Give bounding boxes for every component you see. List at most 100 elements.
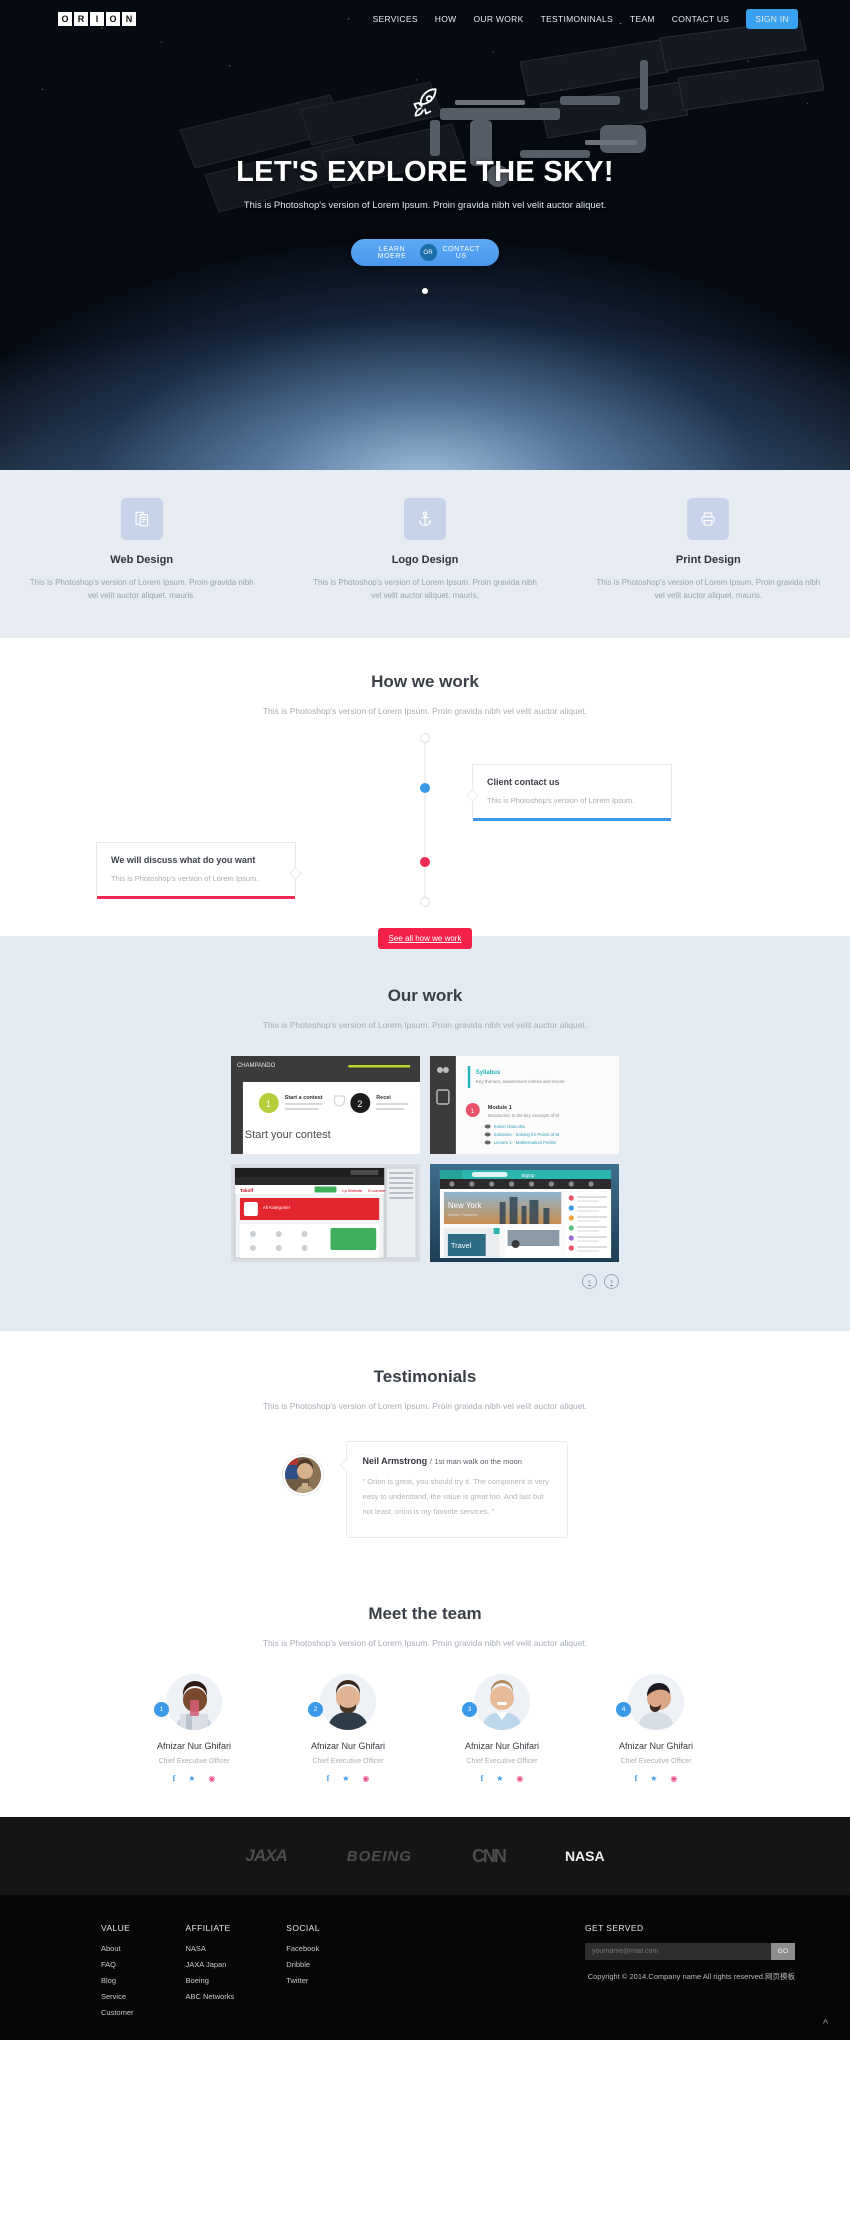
facebook-icon[interactable]: f [173,1774,176,1783]
twitter-icon[interactable]: ★ [496,1774,503,1783]
learn-more-button[interactable]: LEARN MOERE [364,246,420,260]
testimonial-author: Neil Armstrong / 1st man walk on the moo… [363,1456,551,1466]
dribbble-icon[interactable]: ◉ [516,1774,523,1783]
portfolio-thumb-syllabus[interactable]: Syllabus Key themes, assessment criteria… [430,1056,619,1155]
footer-link-customer[interactable]: Customer [101,2008,134,2017]
hero-cta-group: LEARN MOERE OR CONTACT US [351,239,499,266]
svg-text:Solutions - Solving for Points: Solutions - Solving for Points of M [494,1132,560,1137]
svg-text:Module 1: Module 1 [488,1105,512,1111]
service-text: This is Photoshop's version of Lorem Ips… [596,578,821,601]
footer-link-nasa[interactable]: NASA [186,1944,235,1953]
logo-letter: R [74,12,88,26]
dribbble-icon[interactable]: ◉ [362,1774,369,1783]
carousel-next-button[interactable]: › [604,1274,619,1290]
team-section: Meet the team This is Photoshop's versio… [0,1578,850,1817]
service-card-logo-design[interactable]: Logo Design This is Photoshop's version … [283,498,566,602]
facebook-icon[interactable]: f [481,1774,484,1783]
svg-text:Syllabus: Syllabus [476,1070,501,1076]
footer-link-dribble[interactable]: Dribble [286,1960,320,1969]
svg-text:Travel: Travel [451,1241,472,1250]
orion-logo[interactable]: O R I O N [58,12,136,26]
newsletter-go-button[interactable]: GO [771,1943,795,1961]
footer-link-blog[interactable]: Blog [101,1976,134,1985]
timeline-card-client-contact[interactable]: Client contact us This is Photoshop's ve… [466,764,672,822]
team-member[interactable]: 2 Afnizar Nur Ghifari Chief Executive Of… [288,1674,408,1783]
sign-in-button[interactable]: SIGN IN [746,9,798,29]
svg-text:Solver Data.xlsx: Solver Data.xlsx [494,1124,526,1129]
footer-link-jaxa-japan[interactable]: JAXA Japan [186,1960,235,1969]
svg-text:New York: New York [448,1201,482,1210]
copyright-text: Copyright © 2014.Company name All rights… [587,1972,795,1982]
team-member-name: Afnizar Nur Ghifari [464,1741,540,1752]
service-title: Logo Design [391,554,459,566]
service-text: This is Photoshop's version of Lorem Ips… [313,578,537,601]
svg-text:Lecture 1 - Mathematical Preli: Lecture 1 - Mathematical Prelimi [494,1140,557,1145]
team-member-badge: 3 [462,1702,477,1718]
testimonial-quote: " Orion is great, you should try it. The… [362,1477,549,1517]
or-badge: OR [419,244,437,261]
testimonial-name: Neil Armstrong [362,1456,428,1467]
footer-column-social: SOCIAL Facebook Dribble Twitter [286,1923,320,2024]
site-footer: VALUE About FAQ Blog Service Customer AF… [0,1895,850,2041]
nav-links: SERVICES HOW OUR WORK TESTIMONINALS TEAM… [373,9,798,29]
team-member-photo [320,1674,376,1731]
carousel-prev-button[interactable]: ‹ [582,1274,597,1290]
footer-link-twitter[interactable]: Twitter [286,1976,320,1985]
team-member[interactable]: 3 Afnizar Nur Ghifari Chief Executive Of… [442,1674,562,1783]
dribbble-icon[interactable]: ◉ [208,1774,215,1783]
service-card-print-design[interactable]: Print Design This is Photoshop's version… [567,498,850,602]
testimonials-section: Testimonials This is Photoshop's version… [0,1331,850,1578]
testimonial-separator: / [429,1457,432,1467]
facebook-icon[interactable]: f [635,1774,638,1783]
footer-link-service[interactable]: Service [101,1992,134,2001]
contact-us-button[interactable]: CONTACT US [437,246,486,260]
nav-item-testimonials[interactable]: TESTIMONINALS [541,14,613,24]
footer-link-about[interactable]: About [101,1944,134,1953]
logo-letter: N [122,12,136,26]
nav-item-team[interactable]: TEAM [630,14,655,24]
nav-item-services[interactable]: SERVICES [373,14,418,24]
svg-text:Introduction to the key concep: Introduction to the key concepts of th [488,1113,560,1118]
portfolio-thumb-travel[interactable]: Blgtrtp New York Avenir | Superior Trave… [430,1164,619,1263]
service-card-web-design[interactable]: Web Design This is Photoshop's version o… [0,498,283,602]
timeline-card-discuss[interactable]: We will discuss what do you want This is… [96,842,302,900]
footer-link-faq[interactable]: FAQ [101,1960,134,1969]
timeline: Client contact us This is Photoshop's ve… [0,730,850,908]
team-member-role: Chief Executive Officer [620,1758,692,1766]
team-member-role: Chief Executive Officer [312,1758,384,1766]
twitter-icon[interactable]: ★ [650,1774,657,1783]
footer-link-abc-networks[interactable]: ABC Networks [186,1992,235,2001]
footer-link-boeing[interactable]: Boeing [186,1976,235,1985]
dribbble-icon[interactable]: ◉ [670,1774,677,1783]
callout-tail [466,789,479,803]
nasa-logo: NASA [564,1848,605,1865]
timeline-node-end [420,897,430,908]
portfolio-thumb-contest[interactable]: CHAMPANDO 1 Start a contest 2 Recei Star… [231,1056,420,1155]
twitter-icon[interactable]: ★ [188,1774,195,1783]
footer-column-heading: SOCIAL [286,1923,320,1934]
timeline-card-accent-bar [473,818,671,822]
timeline-node-red [420,857,430,868]
nav-item-contact-us[interactable]: CONTACT US [672,14,729,24]
nav-item-how[interactable]: HOW [435,14,457,24]
team-member[interactable]: 4 Afnizar Nur Ghifari Chief Executive Of… [596,1674,716,1783]
callout-tail [289,867,302,881]
hero-carousel-dots[interactable] [0,288,850,294]
portfolio-thumb-red-shop[interactable]: Tokoff Lp Website E-commerce All Kategor… [231,1164,420,1263]
team-member-badge: 2 [308,1702,323,1718]
team-member[interactable]: 1 Afnizar Nur Ghifari Chief Executive Of… [134,1674,254,1783]
newsletter-email-input[interactable] [585,1943,771,1961]
footer-column-affiliate: AFFILIATE NASA JAXA Japan Boeing ABC Net… [186,1923,235,2024]
svg-text:Start your contest: Start your contest [245,1129,331,1141]
timeline-node-blue [420,783,430,794]
facebook-icon[interactable]: f [327,1774,330,1783]
testimonial-row: Neil Armstrong / 1st man walk on the moo… [0,1441,850,1539]
timeline-node-start [420,733,430,744]
section-title-how: How we work [371,672,479,692]
nav-item-our-work[interactable]: OUR WORK [473,14,523,24]
carousel-dot-active[interactable] [422,288,428,294]
twitter-icon[interactable]: ★ [342,1774,349,1783]
see-all-how-we-work-button[interactable]: See all how we work [377,928,473,950]
footer-link-facebook[interactable]: Facebook [286,1944,320,1953]
scroll-to-top-icon[interactable]: ^ [823,2018,828,2030]
